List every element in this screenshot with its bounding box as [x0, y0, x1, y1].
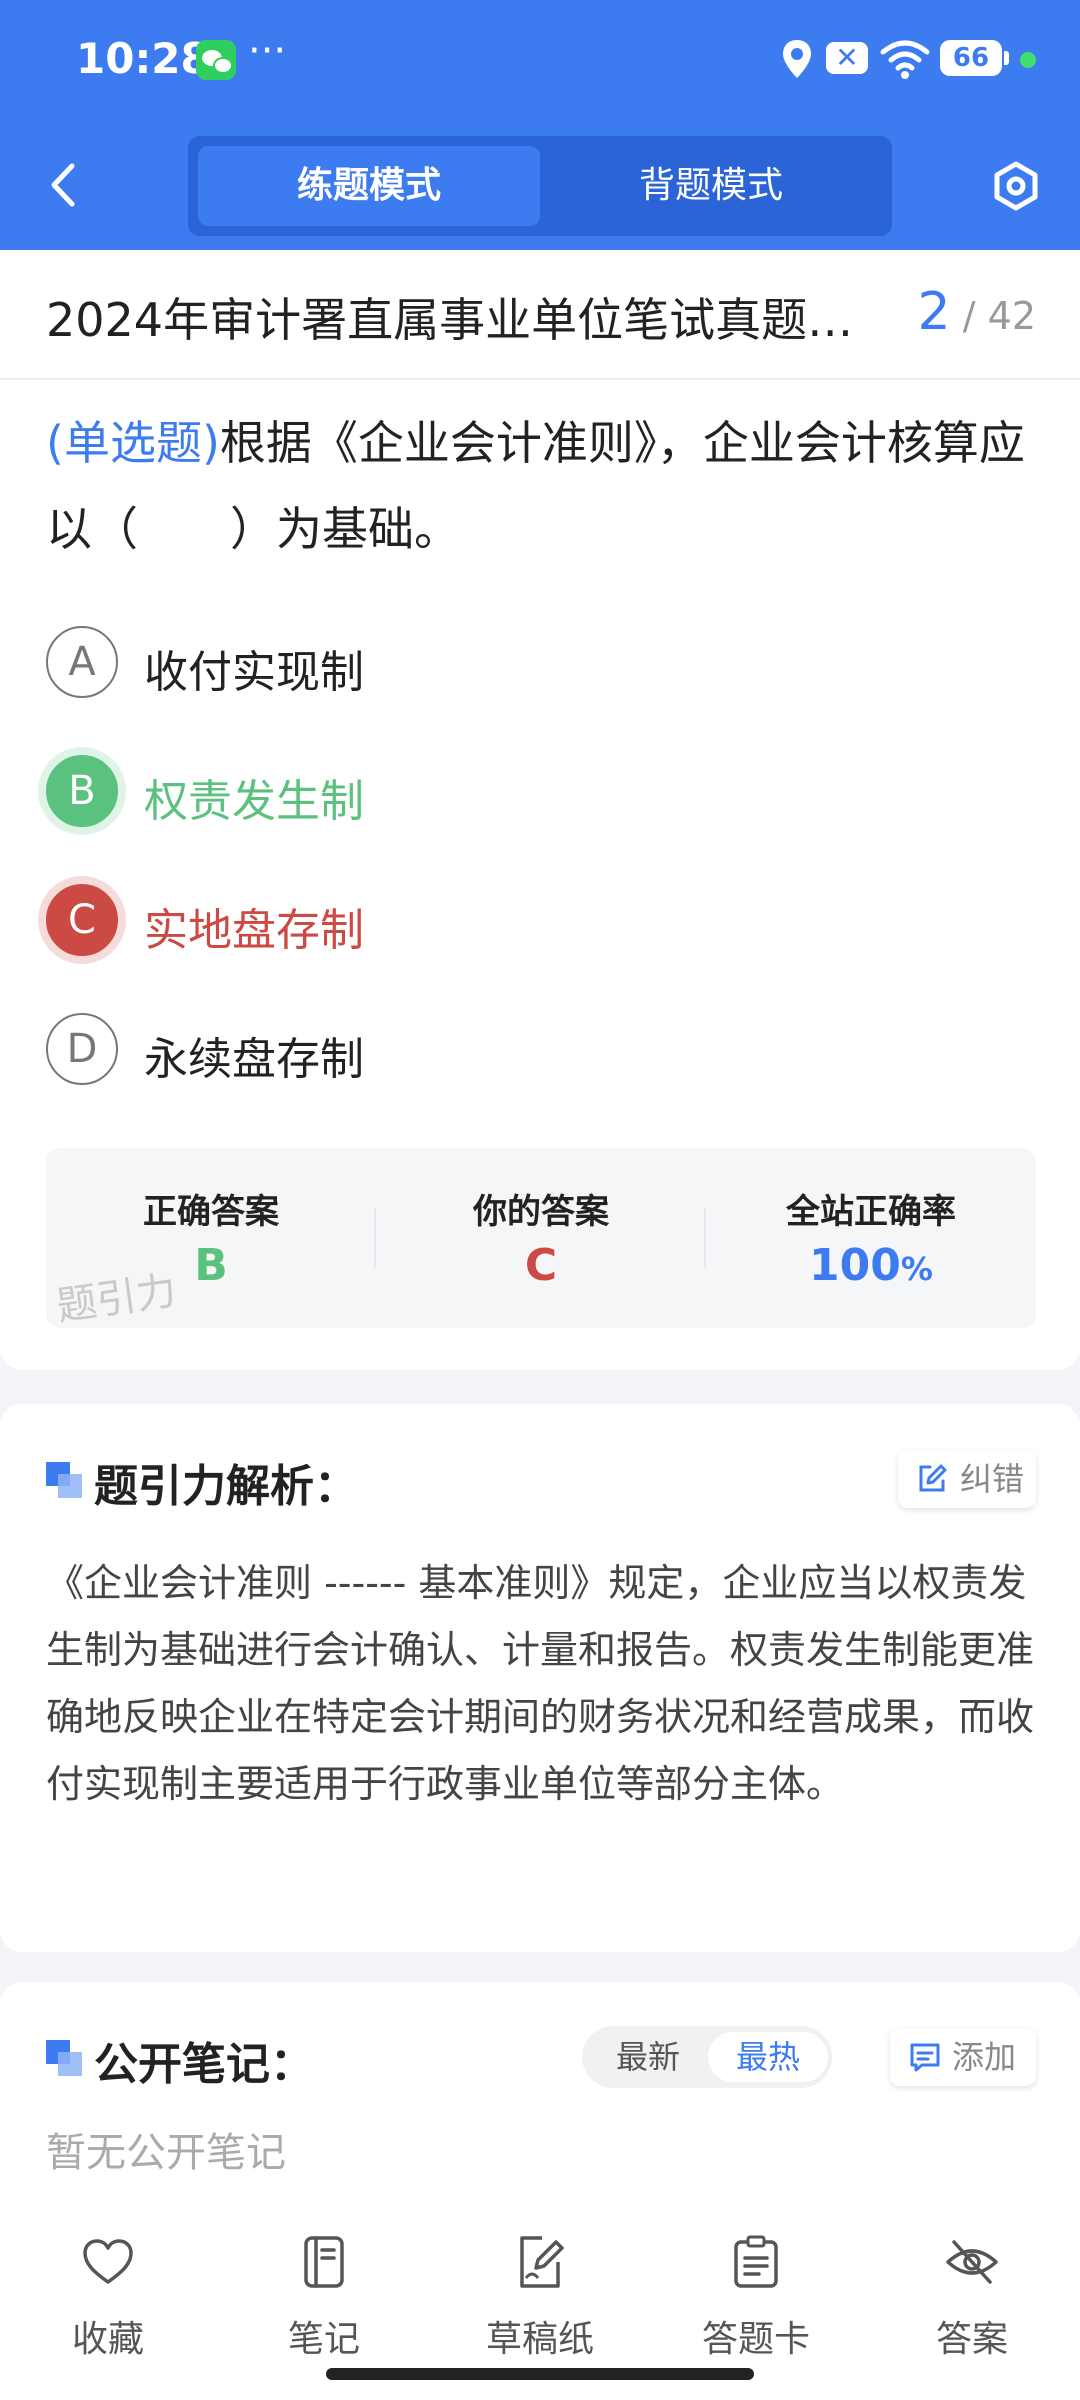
section-square-icon	[46, 2040, 82, 2076]
tab-practice-mode[interactable]: 练题模式	[198, 146, 540, 226]
privacy-indicator-dot	[1020, 52, 1036, 68]
tab-memorize-mode[interactable]: 背题模式	[540, 146, 882, 226]
question-progress[interactable]: 2 / 42	[918, 282, 1036, 342]
question-type: (单选题)	[46, 416, 220, 470]
analysis-title: 题引力解析：	[94, 1461, 358, 1512]
answer-sheet-label: 答题卡	[701, 2319, 810, 2360]
accuracy-value: 100%	[706, 1240, 1036, 1291]
comment-icon	[910, 2043, 940, 2072]
title-row: 2024年审计署直属事业单位笔试真题… 2 / 42	[0, 250, 1080, 380]
wifi-icon	[880, 40, 930, 79]
edit-icon	[919, 1464, 947, 1492]
settings-icon[interactable]	[990, 160, 1042, 212]
section-square-icon	[46, 1462, 82, 1498]
draft-paper-button[interactable]: 草稿纸	[460, 2224, 620, 2360]
option-letter: D	[46, 1013, 118, 1085]
sort-latest[interactable]: 最新	[588, 2032, 708, 2082]
analysis-text: 《企业会计准则 ------ 基本准则》规定，企业应当以权责发生制为基础进行会计…	[46, 1561, 1035, 1806]
app-header: 10:28 ··· ✕ 66 练题模式 背题模式	[0, 0, 1080, 250]
answer-label: 答案	[935, 2319, 1008, 2360]
notebook-icon	[304, 2236, 344, 2288]
back-arrow-icon[interactable]	[44, 160, 84, 210]
draft-paper-label: 草稿纸	[485, 2319, 594, 2360]
report-error-button[interactable]: 纠错	[898, 1450, 1036, 1508]
option-c[interactable]: C 实地盘存制	[46, 884, 746, 958]
heart-icon	[83, 2239, 133, 2284]
favorite-label: 收藏	[71, 2319, 144, 2360]
your-answer-column: 你的答案 C	[376, 1148, 706, 1328]
your-answer-value: C	[524, 1240, 558, 1291]
sort-hottest[interactable]: 最热	[708, 2032, 828, 2082]
option-a[interactable]: A 收付实现制	[46, 626, 746, 700]
answer-sheet-button[interactable]: 答题卡	[676, 2224, 836, 2360]
answer-toggle-button[interactable]: 答案	[892, 2224, 1052, 2360]
notes-label: 笔记	[287, 2319, 360, 2360]
current-question-number: 2	[917, 282, 951, 342]
accuracy-unit: %	[900, 1250, 933, 1288]
draft-paper-icon	[520, 2236, 564, 2288]
option-text: 收付实现制	[144, 647, 364, 698]
correct-answer-label: 正确答案	[143, 1192, 279, 1232]
favorite-button[interactable]: 收藏	[28, 2224, 188, 2360]
add-note-button[interactable]: 添加	[890, 2028, 1036, 2086]
notification-x-icon: ✕	[826, 42, 868, 74]
empty-notes-text: 暂无公开笔记	[46, 2130, 286, 2176]
accuracy-number: 100	[809, 1240, 901, 1291]
option-letter: A	[46, 626, 118, 698]
option-text: 永续盘存制	[144, 1034, 364, 1085]
analysis-card: 题引力解析： 纠错 《企业会计准则 ------ 基本准则》规定，企业应当以权责…	[0, 1404, 1080, 1952]
exam-title: 2024年审计署直属事业单位笔试真题…	[46, 293, 854, 347]
option-letter: C	[46, 884, 118, 956]
notes-sort-toggle: 最新 最热	[582, 2026, 832, 2088]
status-time: 10:28	[76, 34, 210, 83]
home-indicator[interactable]	[326, 2368, 754, 2380]
report-error-label: 纠错	[960, 1460, 1025, 1498]
progress-separator: /	[962, 294, 976, 338]
wechat-icon	[196, 40, 236, 80]
your-answer-label: 你的答案	[473, 1192, 609, 1232]
total-questions: 42	[987, 294, 1036, 338]
more-notifications-icon: ···	[248, 28, 287, 74]
add-note-label: 添加	[952, 2038, 1017, 2076]
option-letter: B	[46, 755, 118, 827]
notes-button[interactable]: 笔记	[244, 2224, 404, 2360]
question-text: (单选题)根据《企业会计准则》，企业会计核算应以（ ）为基础。	[46, 400, 1036, 572]
answer-result-box: 正确答案 B 你的答案 C 全站正确率 100% 题引力	[46, 1148, 1036, 1330]
accuracy-column: 全站正确率 100%	[706, 1148, 1036, 1328]
answer-sheet-icon	[734, 2235, 778, 2288]
question-card: 2024年审计署直属事业单位笔试真题… 2 / 42 (单选题)根据《企业会计准…	[0, 250, 1080, 1370]
battery-icon: 66	[940, 40, 1009, 76]
option-text: 实地盘存制	[144, 905, 364, 956]
accuracy-label: 全站正确率	[786, 1192, 956, 1232]
status-bar: 10:28 ··· ✕ 66	[0, 0, 1080, 120]
option-text: 权责发生制	[144, 776, 364, 827]
eye-off-icon	[946, 2240, 998, 2284]
mode-switch: 练题模式 背题模式	[188, 136, 892, 236]
location-icon	[783, 40, 811, 78]
notes-title: 公开笔记：	[94, 2039, 314, 2090]
option-d[interactable]: D 永续盘存制	[46, 1013, 746, 1087]
option-b[interactable]: B 权责发生制	[46, 755, 746, 829]
